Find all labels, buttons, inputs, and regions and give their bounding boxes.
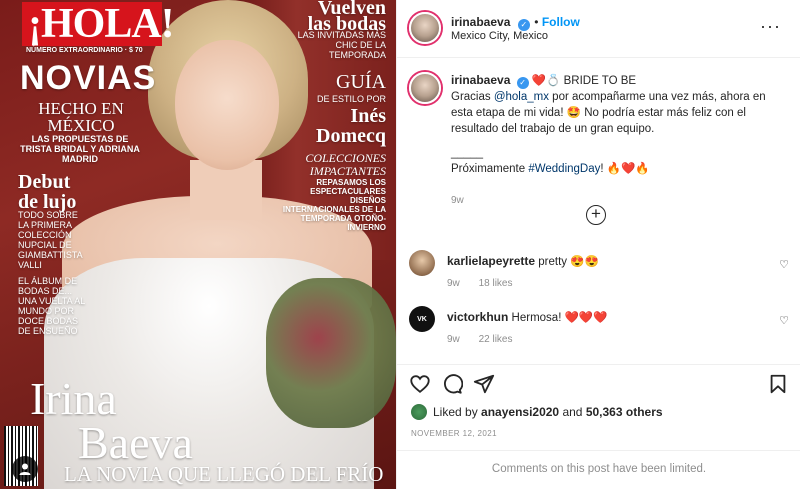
commenter-username[interactable]: victorkhun: [447, 310, 508, 324]
caption-username[interactable]: irinabaeva: [451, 73, 510, 87]
follow-button[interactable]: Follow: [542, 15, 580, 29]
cover-tagline: LA NOVIA QUE LLEGÓ DEL FRÍO: [64, 462, 384, 486]
like-comment-heart-icon[interactable]: ♡: [779, 258, 789, 271]
more-options-icon[interactable]: ···: [760, 16, 781, 37]
load-more-comments-icon[interactable]: +: [586, 205, 606, 225]
action-bar: [397, 364, 800, 400]
cover-name-last: Baeva: [78, 417, 193, 468]
caption-age[interactable]: 9w: [451, 193, 787, 209]
commenter-username[interactable]: karlielapeyrette: [447, 254, 535, 268]
bouquet: [266, 278, 396, 428]
likes-summary: Liked by anayensi2020 and 50,363 others: [411, 404, 663, 420]
caption-divider: _____: [451, 147, 483, 159]
author-username[interactable]: irinabaeva: [451, 15, 510, 29]
cover-repasamos: REPASAMOS LOS ESPECTACULARES DISEÑOS INT…: [282, 178, 386, 232]
comment-text: pretty 😍😍: [538, 256, 599, 268]
tagged-users-button[interactable]: [12, 456, 38, 482]
likes-count[interactable]: 50,363 others: [586, 405, 663, 419]
verified-badge-icon: ✓: [516, 77, 529, 89]
mention-link[interactable]: @hola_mx: [494, 91, 549, 103]
comment-age[interactable]: 9w: [447, 334, 460, 345]
cover-issue-label: NÚMERO EXTRAORDINARIO · $ 70: [26, 47, 143, 54]
heart-ring-emoji: ❤️💍: [531, 75, 561, 87]
commenter-avatar[interactable]: VK: [409, 306, 435, 332]
cover-headline-novias: NOVIAS: [20, 59, 157, 97]
author-avatar[interactable]: [409, 12, 441, 44]
post-date[interactable]: NOVEMBER 12, 2021: [411, 429, 497, 438]
comment-icon[interactable]: [441, 373, 463, 395]
comment-likes[interactable]: 18 likes: [479, 278, 513, 289]
cover-invitadas: LAS INVITADAS MÁS CHIC DE LA TEMPORADA: [297, 30, 386, 60]
cover-album: EL ÁLBUM DE BODAS DE... UNA VUELTA AL MU…: [18, 276, 85, 336]
face: [175, 40, 279, 170]
vk-logo-icon: VK: [417, 315, 427, 323]
separator-dot: •: [534, 15, 542, 29]
author-line: irinabaeva ✓ • Follow: [451, 13, 580, 31]
caption-end-emoji: ! 🔥❤️🔥: [600, 163, 650, 175]
comment-age[interactable]: 9w: [447, 278, 460, 289]
post-header: irinabaeva ✓ • Follow Mexico City, Mexic…: [397, 0, 800, 58]
cover-estilo: DE ESTILO POR: [316, 94, 386, 104]
location-link[interactable]: Mexico City, Mexico: [451, 30, 548, 42]
liker-avatar[interactable]: [411, 404, 427, 420]
share-icon[interactable]: [473, 373, 495, 395]
comment-text: Hermosa! ❤️❤️❤️: [511, 312, 608, 324]
post-image[interactable]: ¡HOLA! NÚMERO EXTRAORDINARIO · $ 70 NOVI…: [0, 0, 396, 489]
caption-title: BRIDE TO BE: [563, 75, 637, 87]
cover-colecciones: COLECCIONES IMPACTANTES: [305, 151, 386, 178]
caption-footer: Próximamente #WeddingDay! 🔥❤️🔥: [451, 161, 787, 177]
comments-limited-notice: Comments on this post have been limited.: [397, 450, 800, 489]
cover-hecho: HECHO EN MÉXICO: [38, 99, 124, 135]
cover-guia: GUÍA: [336, 71, 386, 93]
cover-name-first: Irina: [30, 373, 117, 424]
caption-avatar[interactable]: [409, 72, 441, 104]
cover-todo: TODO SOBRE LA PRIMERA COLECCIÓN NUPCIAL …: [18, 210, 83, 270]
liker-username[interactable]: anayensi2020: [481, 405, 559, 419]
user-icon: [19, 463, 31, 475]
cover-propuestas: LAS PROPUESTAS DE TRISTA BRIDAL Y ADRIAN…: [20, 134, 140, 164]
cover-debut: Debut de lujo: [18, 171, 77, 213]
comment-meta: 9w 18 likes: [447, 278, 512, 289]
heart-icon[interactable]: [409, 373, 431, 395]
caption-text-1: Gracias: [451, 91, 494, 103]
caption: irinabaeva ✓ ❤️💍 BRIDE TO BE Gracias @ho…: [451, 72, 787, 209]
like-comment-heart-icon[interactable]: ♡: [779, 314, 789, 327]
comment-meta: 9w 22 likes: [447, 334, 512, 345]
cover-ines: Inés Domecq: [316, 105, 386, 147]
hola-logo: ¡HOLA!: [28, 1, 175, 47]
comment-body: karlielapeyrette pretty 😍😍: [447, 254, 599, 268]
likes-prefix: Liked by: [433, 405, 478, 419]
caption-proximamente: Próximamente: [451, 163, 529, 175]
comment-body: victorkhun Hermosa! ❤️❤️❤️: [447, 310, 608, 324]
bookmark-icon[interactable]: [767, 373, 789, 395]
likes-middle: and: [562, 405, 583, 419]
caption-body: Gracias @hola_mx por acompañarme una vez…: [451, 89, 787, 137]
cover-vuelven: Vuelven las bodas: [307, 0, 386, 35]
post-sidebar: irinabaeva ✓ • Follow Mexico City, Mexic…: [396, 0, 800, 489]
commenter-avatar[interactable]: [409, 250, 435, 276]
hashtag-link[interactable]: #WeddingDay: [528, 163, 600, 175]
comment-likes[interactable]: 22 likes: [479, 334, 513, 345]
